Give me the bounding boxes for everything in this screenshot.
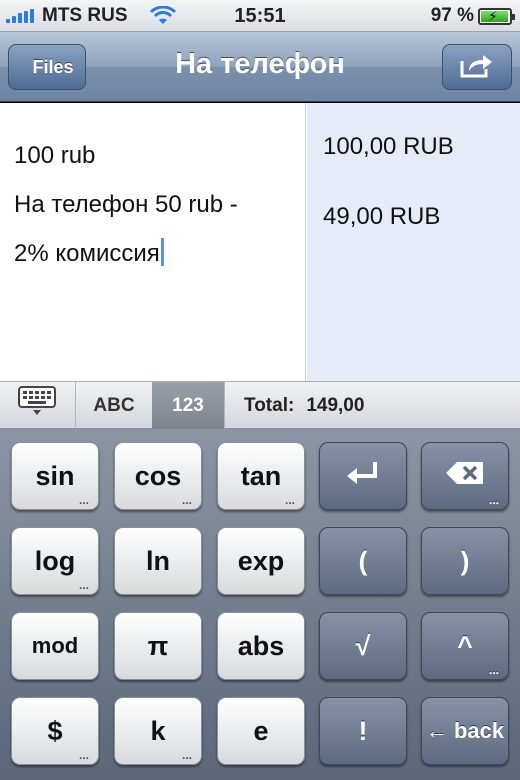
battery-percent: 97 % — [430, 5, 474, 26]
pi-key[interactable]: π — [114, 612, 202, 680]
editor-line: 100 rub — [14, 142, 96, 169]
expression-editor[interactable]: 100 rub На телефон 50 rub - 2% комиссия — [0, 103, 306, 381]
log-key[interactable]: log... — [11, 527, 99, 595]
editor-line-current: 2% комиссия — [14, 229, 291, 278]
open-paren-key[interactable]: ( — [319, 527, 407, 595]
currency-key[interactable]: $... — [11, 697, 99, 765]
result-value: 100,00 RUB — [323, 133, 454, 160]
enter-key[interactable] — [319, 442, 407, 510]
exp-key[interactable]: exp — [217, 527, 305, 595]
result-value: 49,00 RUB — [323, 203, 441, 230]
battery-charging-icon: ⚡ — [478, 8, 515, 25]
function-keypad: sin... cos... tan... ... log... ln exp (… — [0, 429, 520, 780]
close-paren-key[interactable]: ) — [421, 527, 509, 595]
keyboard-icon — [17, 385, 57, 423]
status-bar: MTS RUS 15:51 97 % ⚡ — [0, 0, 520, 32]
share-icon — [459, 51, 495, 84]
navigation-bar: Files На телефон — [0, 32, 520, 102]
keyboard-toolbar: ABC 123 Total: 149,00 — [0, 381, 520, 430]
total-display: Total: 149,00 — [244, 382, 364, 430]
cos-key[interactable]: cos... — [114, 442, 202, 510]
sqrt-key[interactable]: √ — [319, 612, 407, 680]
backspace-icon — [445, 460, 485, 493]
delete-key[interactable]: ... — [421, 442, 509, 510]
tan-key[interactable]: tan... — [217, 442, 305, 510]
total-label: Total: — [244, 395, 295, 416]
e-key[interactable]: e — [217, 697, 305, 765]
calculation-area: 100 rub На телефон 50 rub - 2% комиссия … — [0, 103, 520, 381]
return-icon — [345, 460, 381, 493]
abs-key[interactable]: abs — [217, 612, 305, 680]
editor-line-text: 2% комиссия — [14, 240, 160, 267]
share-button[interactable] — [442, 44, 512, 90]
abc-mode-tab[interactable]: ABC — [76, 382, 152, 430]
ln-key[interactable]: ln — [114, 527, 202, 595]
numeric-mode-tab[interactable]: 123 — [152, 382, 224, 430]
hide-keyboard-button[interactable] — [14, 386, 60, 422]
thousand-key[interactable]: k... — [114, 697, 202, 765]
toolbar-divider — [224, 382, 225, 430]
sin-key[interactable]: sin... — [11, 442, 99, 510]
editor-line: На телефон 50 rub - — [14, 191, 238, 218]
power-key[interactable]: ^... — [421, 612, 509, 680]
results-panel: 100,00 RUB 49,00 RUB — [307, 103, 520, 381]
mod-key[interactable]: mod — [11, 612, 99, 680]
back-key[interactable]: ← back — [421, 697, 509, 765]
factorial-key[interactable]: ! — [319, 697, 407, 765]
total-value: 149,00 — [306, 395, 365, 416]
text-cursor — [160, 238, 164, 266]
